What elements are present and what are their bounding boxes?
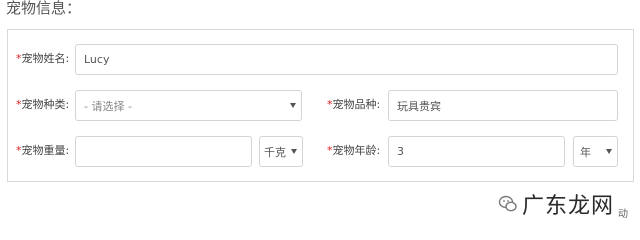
pet-species-label: *宠物种类: [16, 98, 70, 111]
pet-name-value: Lucy [84, 53, 110, 66]
weight-unit-value: 千克 [264, 145, 286, 159]
wechat-icon [498, 195, 517, 212]
pet-species-value: - 请选择 - [84, 99, 132, 113]
age-unit-value: 年 [580, 145, 591, 159]
pet-name-label: *宠物姓名: [16, 52, 70, 65]
pet-age-value: 3 [397, 145, 404, 158]
pet-name-input[interactable]: Lucy [75, 44, 618, 75]
caret-down-icon [291, 148, 297, 154]
pet-species-select[interactable]: - 请选择 - [75, 90, 302, 121]
pet-breed-label: *宠物品种: [327, 98, 381, 111]
section-title: 宠物信息： [6, 0, 82, 17]
pet-breed-input[interactable]: 玩具贵宾 [388, 90, 618, 121]
pet-weight-input[interactable] [75, 136, 252, 167]
pet-info-panel: *宠物姓名: Lucy *宠物种类: - 请选择 - *宠物品种: 玩具贵宾 *… [7, 29, 634, 182]
watermark-text: 广东龙网 [522, 194, 615, 219]
pet-age-input[interactable]: 3 [388, 136, 565, 167]
pet-age-label: *宠物年龄: [327, 144, 381, 157]
pet-breed-value: 玩具贵宾 [397, 99, 441, 113]
watermark: 广东龙网 动 [498, 184, 640, 224]
caret-down-icon [606, 148, 612, 154]
pet-weight-label: *宠物重量: [16, 144, 70, 157]
watermark-tag: 动 [618, 209, 628, 220]
caret-down-icon [290, 102, 296, 108]
age-unit-select[interactable]: 年 [573, 136, 618, 167]
weight-unit-select[interactable]: 千克 [259, 136, 303, 167]
